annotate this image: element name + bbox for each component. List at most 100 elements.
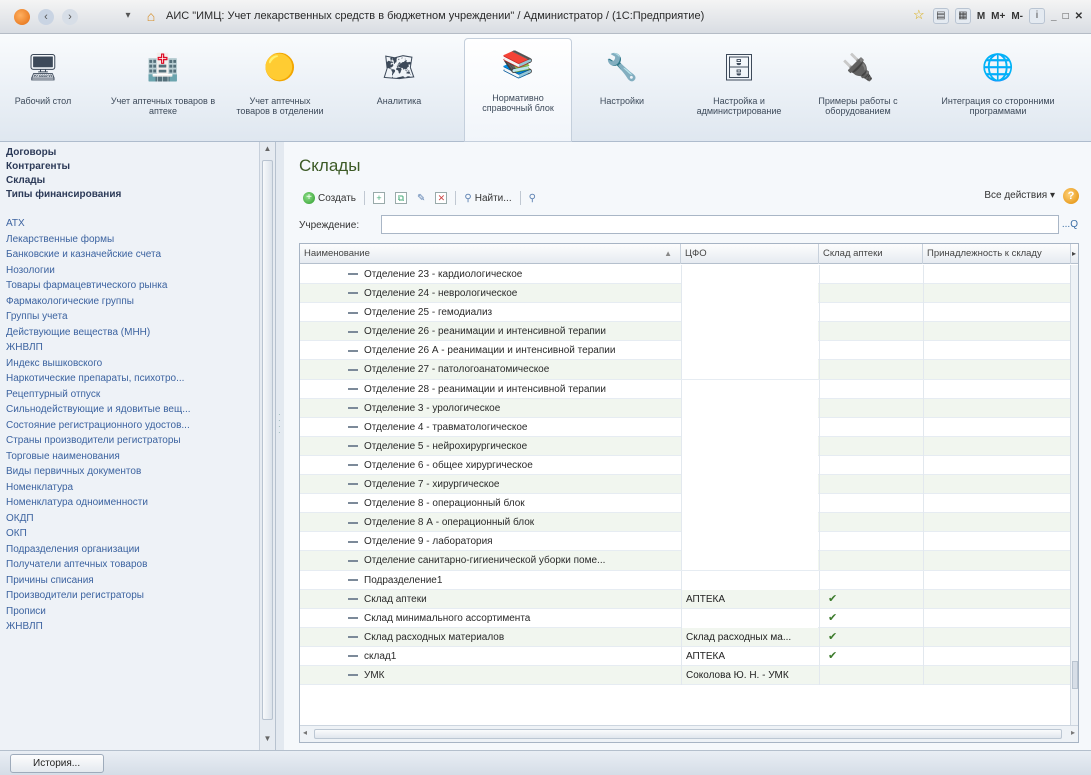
table-row[interactable]: Отделение 3 - урологическое: [300, 398, 1070, 418]
history-button[interactable]: История...: [10, 754, 104, 773]
nav-item[interactable]: Номенклатура одноименности: [6, 495, 258, 511]
back-icon[interactable]: ‹: [38, 9, 54, 25]
scroll-thumb[interactable]: [314, 729, 1062, 739]
maximize-button[interactable]: □: [1063, 11, 1069, 22]
calendar-icon[interactable]: ▦: [954, 8, 971, 24]
main-menu-dropdown[interactable]: ▾: [120, 8, 136, 24]
nav-item[interactable]: Товары фармацевтического рынка: [6, 278, 258, 294]
table-row[interactable]: Отделение 23 - кардиологическое: [300, 265, 1070, 285]
nav-item[interactable]: ОКДП: [6, 511, 258, 527]
nav-item[interactable]: Индекс вышковского: [6, 356, 258, 372]
home-icon[interactable]: ⌂: [143, 8, 159, 24]
table-row[interactable]: Склад аптеки АПТЕКА ✔: [300, 589, 1070, 609]
close-button[interactable]: ✕: [1075, 11, 1083, 22]
column-header-pharmacy[interactable]: Склад аптеки: [819, 244, 923, 264]
nav-item[interactable]: Торговые наименования: [6, 449, 258, 465]
copy-button[interactable]: ⧉: [391, 189, 411, 207]
nav-item[interactable]: АТХ: [6, 216, 258, 232]
table-row[interactable]: Отделение 5 - нейрохирургическое: [300, 436, 1070, 456]
scroll-down-icon[interactable]: ▼: [260, 734, 275, 748]
all-actions-menu[interactable]: Все действия ▾: [984, 190, 1055, 201]
table-row[interactable]: склад1 АПТЕКА ✔: [300, 646, 1070, 666]
create-group-button[interactable]: +: [369, 189, 389, 207]
edit-button[interactable]: ✎: [413, 189, 429, 207]
scroll-up-icon[interactable]: ▲: [260, 144, 275, 158]
nav-item[interactable]: Сильнодействующие и ядовитые вещ...: [6, 402, 258, 418]
app-icon[interactable]: [14, 9, 30, 25]
column-header-cfo[interactable]: ЦФО: [681, 244, 819, 264]
table-row[interactable]: Отделение 4 - травматологическое: [300, 417, 1070, 437]
nav-item[interactable]: Страны производители регистраторы: [6, 433, 258, 449]
cancel-search-button[interactable]: ⚲: [525, 189, 540, 207]
info-icon[interactable]: i: [1029, 8, 1045, 24]
nav-item[interactable]: ОКП: [6, 526, 258, 542]
panel-splitter[interactable]: · · · ·: [276, 142, 284, 750]
nav-item[interactable]: Причины списания: [6, 573, 258, 589]
section-reference[interactable]: 📚 Нормативно справочный блок: [464, 38, 572, 142]
nav-item[interactable]: Производители регистраторы: [6, 588, 258, 604]
help-icon[interactable]: ?: [1063, 188, 1079, 204]
memory-minus-button[interactable]: M-: [1011, 11, 1023, 22]
table-row[interactable]: Отделение санитарно-гигиенической уборки…: [300, 551, 1070, 571]
nav-item[interactable]: Подразделения организации: [6, 542, 258, 558]
section-department[interactable]: 🟡 Учет аптечных товаров в отделении: [230, 42, 330, 138]
section-admin[interactable]: 🗄 Настройка и администрирование: [684, 42, 794, 138]
nav-item[interactable]: Прописи: [6, 604, 258, 620]
table-horizontal-scrollbar[interactable]: ◂ ▸: [300, 725, 1078, 742]
table-row[interactable]: Отделение 28 - реанимации и интенсивной …: [300, 379, 1070, 399]
nav-item[interactable]: Номенклатура: [6, 480, 258, 496]
nav-item[interactable]: ЖНВЛП: [6, 340, 258, 356]
table-row[interactable]: Склад минимального ассортимента ✔: [300, 608, 1070, 628]
nav-item[interactable]: Состояние регистрационного удостов...: [6, 418, 258, 434]
nav-item[interactable]: Банковские и казначейские счета: [6, 247, 258, 263]
nav-item[interactable]: ЖНВЛП: [6, 619, 258, 635]
table-row[interactable]: Отделение 7 - хирургическое: [300, 475, 1070, 495]
delete-button[interactable]: ✕: [431, 189, 451, 207]
table-row[interactable]: Отделение 25 - гемодиализ: [300, 303, 1070, 323]
table-row[interactable]: Отделение 24 - неврологическое: [300, 284, 1070, 304]
nav-item[interactable]: Действующие вещества (МНН): [6, 325, 258, 341]
section-equipment[interactable]: 🔌 Примеры работы с оборудованием: [810, 42, 906, 138]
column-header-ownership[interactable]: Принадлежность к складу: [923, 244, 1071, 264]
memory-plus-button[interactable]: M+: [991, 11, 1005, 22]
column-settings-icon[interactable]: ▸: [1071, 244, 1078, 264]
table-row[interactable]: Склад расходных материалов Склад расходны…: [300, 627, 1070, 647]
table-row[interactable]: Отделение 6 - общее хирургическое: [300, 455, 1070, 476]
nav-item[interactable]: Получатели аптечных товаров: [6, 557, 258, 573]
nav-item-contracts[interactable]: Договоры: [6, 146, 258, 160]
nav-scrollbar[interactable]: ▲ ▼: [259, 142, 275, 750]
nav-item[interactable]: Рецептурный отпуск: [6, 387, 258, 403]
nav-item[interactable]: Наркотические препараты, психотро...: [6, 371, 258, 387]
scroll-left-icon[interactable]: ◂: [303, 728, 307, 737]
section-pharmacy[interactable]: 🏥 Учет аптечных товаров в аптеке: [108, 42, 218, 138]
nav-item[interactable]: Фармакологические группы: [6, 294, 258, 310]
forward-icon[interactable]: ›: [62, 9, 78, 25]
nav-item[interactable]: Лекарственные формы: [6, 232, 258, 248]
nav-item-financing-types[interactable]: Типы финансирования: [6, 188, 258, 202]
section-desktop[interactable]: 🖥 Рабочий стол: [8, 42, 78, 138]
scroll-thumb[interactable]: [262, 160, 273, 720]
nav-item[interactable]: Группы учета: [6, 309, 258, 325]
nav-item-counterparties[interactable]: Контрагенты: [6, 160, 258, 174]
table-vertical-scrollbar[interactable]: [1070, 265, 1078, 725]
favorite-icon[interactable]: ☆: [911, 8, 927, 24]
find-button[interactable]: ⚲ Найти...: [460, 189, 515, 207]
section-settings[interactable]: 🔧 Настройки: [586, 42, 658, 138]
table-row[interactable]: Отделение 8 А - операционный блок: [300, 513, 1070, 533]
table-row[interactable]: УМК Соколова Ю. Н. - УМК: [300, 665, 1070, 686]
table-row[interactable]: Подразделение1: [300, 570, 1070, 590]
scroll-thumb[interactable]: [1072, 661, 1078, 689]
section-analytics[interactable]: 🗺 Аналитика: [360, 42, 438, 138]
nav-item[interactable]: Нозологии: [6, 263, 258, 279]
calculator-icon[interactable]: ▤: [932, 8, 949, 24]
table-row[interactable]: Отделение 8 - операционный блок: [300, 494, 1070, 514]
scroll-right-icon[interactable]: ▸: [1071, 728, 1075, 737]
nav-item-warehouses[interactable]: Склады: [6, 174, 258, 188]
column-header-name[interactable]: Наименование ▲: [300, 244, 681, 264]
table-row[interactable]: Отделение 26 А - реанимации и интенсивно…: [300, 341, 1070, 361]
table-row[interactable]: Отделение 26 - реанимации и интенсивной …: [300, 322, 1070, 342]
create-button[interactable]: + Создать: [299, 189, 360, 207]
section-integration[interactable]: 🌐 Интеграция со сторонними программами: [928, 42, 1068, 138]
institution-field[interactable]: [381, 215, 1059, 234]
nav-item[interactable]: Виды первичных документов: [6, 464, 258, 480]
